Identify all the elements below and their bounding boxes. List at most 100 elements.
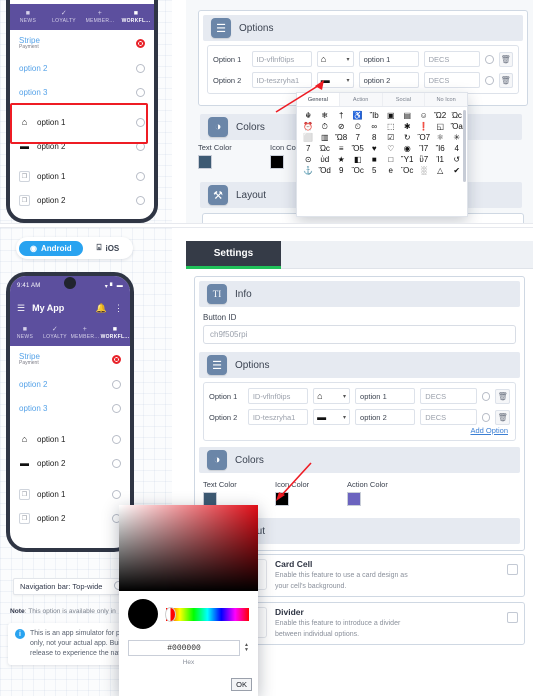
list-item[interactable]: ❐ option 2	[10, 506, 130, 530]
tab-settings[interactable]: Settings	[186, 241, 281, 269]
picker-icon-45[interactable]: □	[383, 154, 400, 165]
radio-unchecked-icon[interactable]	[112, 435, 121, 444]
radio-unchecked-icon[interactable]	[112, 490, 121, 499]
platform-tab-android[interactable]: ◉ Android	[19, 241, 83, 256]
phone-nav-tabs-bottom[interactable]: ■ NEWS ✓ LOYALTY + MEMBER... ■ WORKFL...	[10, 320, 130, 346]
option-description-input[interactable]: DECS	[420, 388, 476, 404]
checkbox-unchecked-icon[interactable]	[507, 612, 518, 623]
picker-icon-37[interactable]: Ἲ7	[416, 143, 433, 154]
list-item[interactable]: ❐ option 1	[10, 482, 130, 506]
picker-icon-40[interactable]: ⊙	[300, 154, 317, 165]
picker-icon-20[interactable]: ⬜	[300, 132, 317, 143]
picker-icon-26[interactable]: ↻	[399, 132, 416, 143]
nav-tab-members[interactable]: + MEMBER...	[82, 4, 118, 30]
radio-unchecked-icon[interactable]	[112, 380, 121, 389]
nav-tab-workflow[interactable]: ■ WORKFL...	[100, 320, 130, 346]
checkbox-unchecked-icon[interactable]	[507, 564, 518, 575]
add-option-link[interactable]: Add Option	[209, 426, 510, 437]
radio-unchecked-icon[interactable]	[136, 64, 145, 73]
radio-checked-icon[interactable]	[136, 39, 145, 48]
radio-unchecked-icon[interactable]	[485, 55, 494, 64]
picker-icon-16[interactable]: ✱	[399, 121, 416, 132]
radio-unchecked-icon[interactable]	[485, 76, 494, 85]
option-icon-select[interactable]: ▬ ▾	[313, 409, 350, 425]
list-item[interactable]: ▬ option 2	[10, 451, 130, 475]
picker-icon-44[interactable]: ■	[366, 154, 383, 165]
option-id-input[interactable]: ID-vflnf0ips	[248, 388, 308, 404]
picker-icon-58[interactable]: △	[432, 165, 449, 176]
picker-icon-17[interactable]: ❗	[416, 121, 433, 132]
picker-icon-34[interactable]: ♥	[366, 143, 383, 154]
trash-icon[interactable]: 🗑	[495, 389, 510, 404]
list-item[interactable]: option 2	[10, 56, 154, 80]
bell-icon[interactable]: 🔔	[96, 303, 107, 314]
list-item[interactable]: option 3	[10, 80, 154, 104]
hamburger-icon[interactable]: ☰	[17, 303, 25, 314]
picker-icon-54[interactable]: ὚5	[366, 165, 383, 176]
picker-icon-3[interactable]: ♿	[350, 110, 367, 121]
radio-unchecked-icon[interactable]	[112, 459, 121, 468]
icon-grid[interactable]: ☬ ❄ † ♿ Ἵb ▣ ▤ ☺ Ὥ2 Ὠc ⏰ ⏱ ⊘ ⏲ ∞ ⬚ ✱ ❗ ◱ Ὄa ⬜ ▥ Ὤ8 ὏7 ὏8 ☑ ↻ Ὂ7 ⚛ ✳ ὚7…	[297, 107, 467, 176]
nav-tab-members[interactable]: + MEMBER...	[70, 320, 100, 346]
picker-icon-12[interactable]: ⊘	[333, 121, 350, 132]
list-item[interactable]: option 2	[10, 372, 130, 396]
picker-icon-5[interactable]: ▣	[383, 110, 400, 121]
picker-icon-32[interactable]: ≡	[333, 143, 350, 154]
picker-icon-47[interactable]: ὒ7	[416, 154, 433, 165]
picker-icon-30[interactable]: ὚7	[300, 143, 317, 154]
option-id-input[interactable]: ID-teszryha1	[248, 409, 308, 425]
picker-icon-2[interactable]: †	[333, 110, 350, 121]
picker-icon-18[interactable]: ◱	[432, 121, 449, 132]
trash-icon[interactable]: 🗑	[499, 73, 514, 88]
picker-icon-6[interactable]: ▤	[399, 110, 416, 121]
more-vertical-icon[interactable]: ⋮	[114, 303, 123, 314]
ok-button[interactable]: OK	[231, 678, 252, 691]
icon-color-swatch[interactable]	[270, 155, 284, 169]
picker-icon-24[interactable]: ὏8	[366, 132, 383, 143]
picker-icon-22[interactable]: Ὤ8	[333, 132, 350, 143]
platform-toggle[interactable]: ◉ Android ⌺ iOS	[16, 237, 133, 259]
radio-unchecked-icon[interactable]	[136, 196, 145, 205]
option-name-input[interactable]: option 2	[359, 72, 419, 88]
picker-icon-21[interactable]: ▥	[317, 132, 334, 143]
hue-slider[interactable]	[166, 608, 249, 621]
button-id-input[interactable]: ch9f505rpi	[203, 325, 516, 344]
picker-icon-41[interactable]: ὐd	[317, 154, 334, 165]
stepper-down-icon[interactable]: ▼	[244, 648, 249, 653]
nav-tab-loyalty[interactable]: ✓ LOYALTY	[46, 4, 82, 30]
picker-icon-10[interactable]: ⏰	[300, 121, 317, 132]
option-description-input[interactable]: DECS	[424, 51, 480, 67]
picker-icon-25[interactable]: ☑	[383, 132, 400, 143]
picker-icon-56[interactable]: Ὃc	[399, 165, 416, 176]
picker-tab-action[interactable]: Action	[340, 93, 383, 106]
picker-icon-50[interactable]: ⚓	[300, 165, 317, 176]
platform-tab-ios[interactable]: ⌺ iOS	[86, 240, 131, 256]
list-item[interactable]: Stripe Payment	[10, 346, 130, 372]
picker-icon-7[interactable]: ☺	[416, 110, 433, 121]
picker-icon-33[interactable]: Ὄ5	[350, 143, 367, 154]
picker-icon-46[interactable]: Ὕ1	[399, 154, 416, 165]
nav-tab-news[interactable]: ■ NEWS	[10, 4, 46, 30]
option-description-input[interactable]: DECS	[420, 409, 476, 425]
nav-tab-workflow[interactable]: ■ WORKFL...	[118, 4, 154, 30]
picker-icon-8[interactable]: Ὥ2	[432, 110, 449, 121]
nav-tab-loyalty[interactable]: ✓ LOYALTY	[40, 320, 70, 346]
picker-icon-51[interactable]: Ὅd	[317, 165, 334, 176]
radio-unchecked-icon[interactable]	[136, 172, 145, 181]
picker-icon-28[interactable]: ⚛	[432, 132, 449, 143]
color-picker-overlay[interactable]: #000000 ▲ ▼ Hex OK	[119, 505, 258, 696]
list-item[interactable]: ❐ option 2	[10, 188, 154, 212]
picker-icon-42[interactable]: ★	[333, 154, 350, 165]
picker-icon-53[interactable]: Ὃc	[350, 165, 367, 176]
picker-icon-36[interactable]: ◉	[399, 143, 416, 154]
picker-tab-social[interactable]: Social	[383, 93, 426, 106]
picker-icon-52[interactable]: ὏9	[333, 165, 350, 176]
picker-icon-13[interactable]: ⏲	[350, 121, 367, 132]
picker-icon-57[interactable]: ░	[416, 165, 433, 176]
option-id-input[interactable]: ID-vflnf0ips	[252, 51, 312, 67]
picker-tab-no-icon[interactable]: No Icon	[425, 93, 467, 106]
picker-icon-11[interactable]: ⏱	[317, 121, 334, 132]
picker-icon-31[interactable]: Ὠc	[317, 143, 334, 154]
action-color-swatch[interactable]	[347, 492, 361, 506]
picker-icon-23[interactable]: ὏7	[350, 132, 367, 143]
